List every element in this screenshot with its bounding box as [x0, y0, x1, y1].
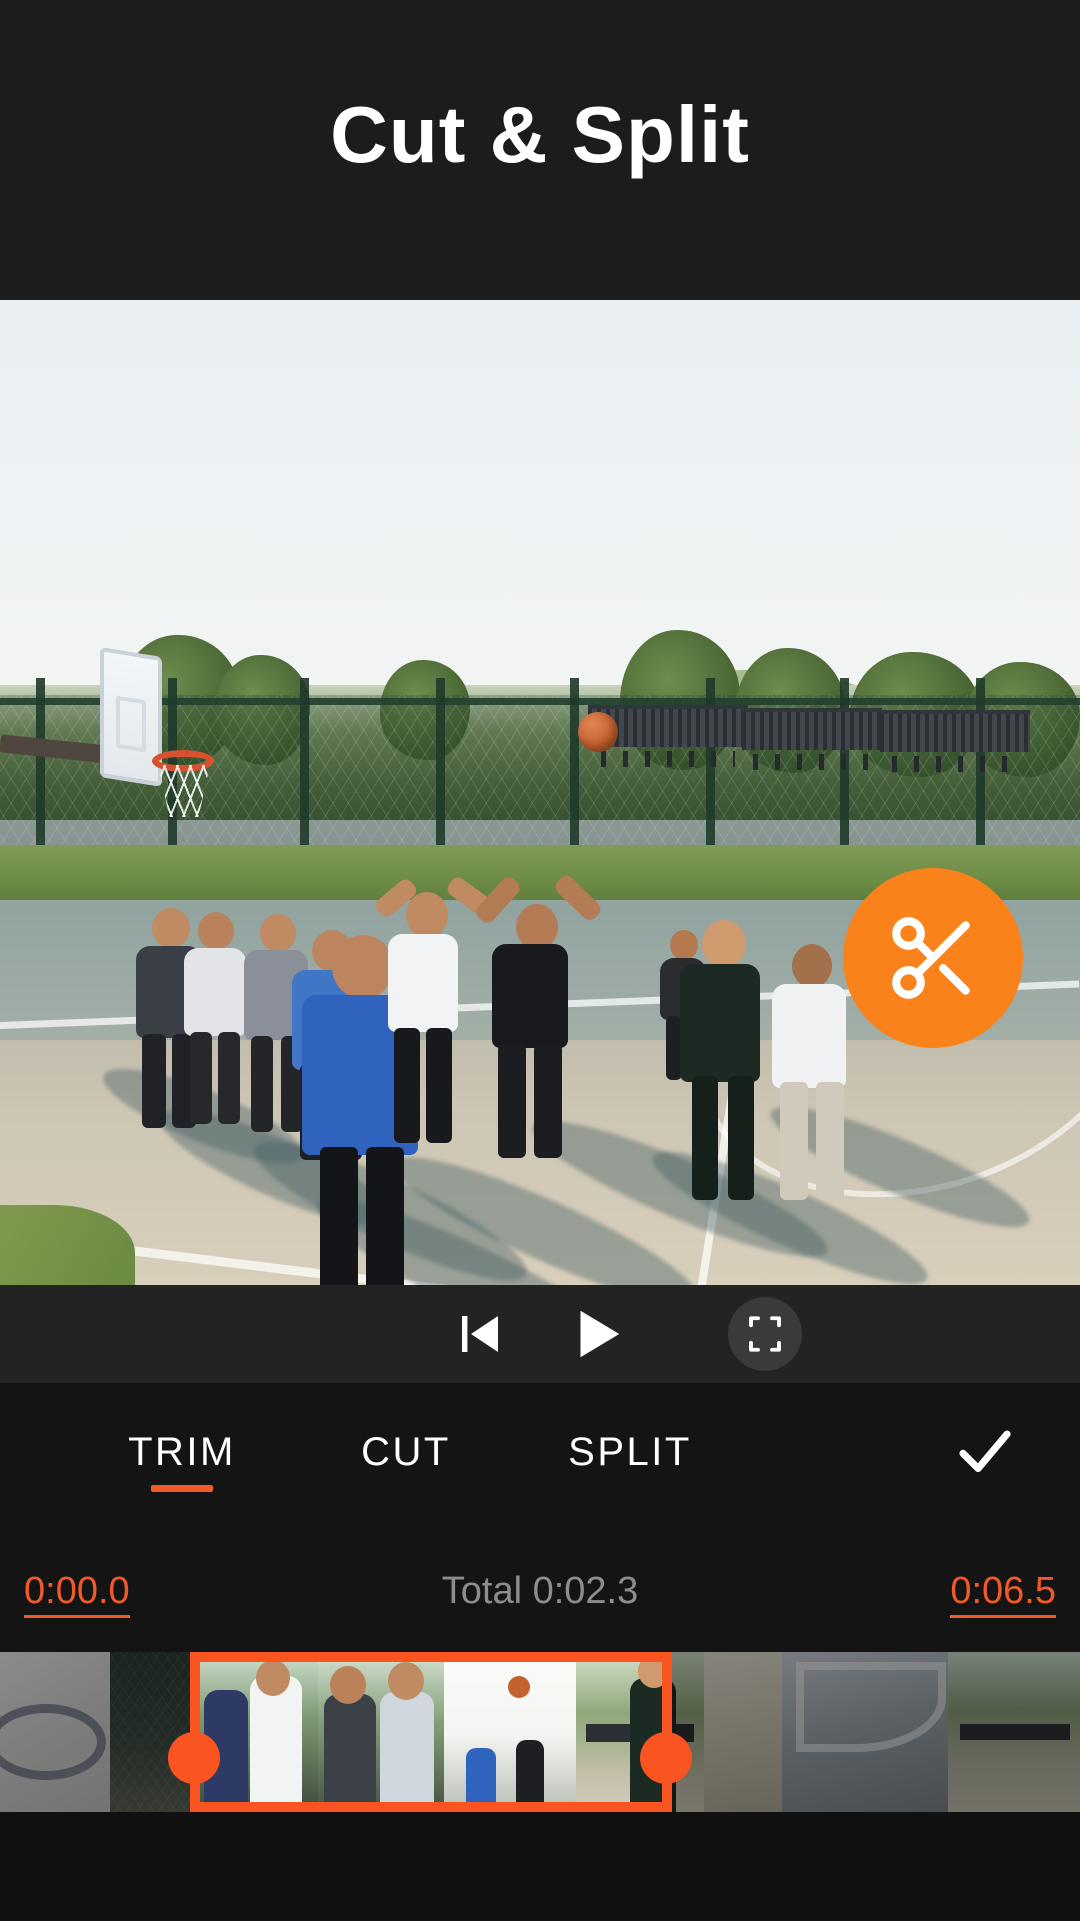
frame-detail: [516, 1740, 544, 1812]
frame-thumbnail: [444, 1652, 576, 1812]
frame-detail: [388, 1662, 424, 1700]
tabs-row: TRIM CUT SPLIT: [0, 1383, 1080, 1520]
tab-cut[interactable]: CUT: [296, 1383, 516, 1520]
fence-rail: [0, 698, 1080, 705]
fence-post: [300, 678, 309, 868]
skip-to-start-button[interactable]: [453, 1307, 507, 1361]
fence-post: [840, 678, 849, 868]
frame-detail: [256, 1660, 290, 1696]
filmstrip-frame[interactable]: [782, 1652, 948, 1812]
frame-thumbnail: [704, 1652, 782, 1812]
filmstrip-frame[interactable]: [192, 1652, 318, 1812]
frame-detail: [638, 1654, 670, 1688]
video-frame-image: [0, 300, 1080, 1285]
filmstrip-frame[interactable]: [444, 1652, 576, 1812]
frame-detail: [466, 1748, 496, 1812]
fence-post: [436, 678, 445, 868]
fit-to-screen-button[interactable]: [728, 1297, 802, 1371]
filmstrip-frame[interactable]: [110, 1652, 192, 1812]
fence-post: [976, 678, 985, 868]
filmstrip-frame[interactable]: [318, 1652, 444, 1812]
trim-total-duration: Total 0:02.3: [441, 1570, 639, 1612]
bottom-spacer: [0, 1812, 1080, 1921]
filmstrip-frame[interactable]: [704, 1652, 782, 1812]
frame-thumbnail: [110, 1652, 192, 1812]
frame-detail: [250, 1676, 302, 1812]
timeline-filmstrip[interactable]: [0, 1652, 1080, 1812]
apply-confirm-button[interactable]: [890, 1383, 1080, 1520]
screen-header: Cut & Split: [0, 0, 1080, 300]
filmstrip-frame[interactable]: [948, 1652, 1080, 1812]
tab-active-indicator: [151, 1485, 213, 1492]
park-bench: [742, 708, 882, 770]
playback-control-bar: [0, 1285, 1080, 1383]
fence-post: [570, 678, 579, 868]
tab-trim[interactable]: TRIM: [72, 1383, 292, 1520]
check-icon: [959, 1430, 1011, 1472]
tab-split-label: SPLIT: [568, 1429, 692, 1474]
player: [676, 920, 766, 1200]
page-title: Cut & Split: [330, 90, 750, 179]
edit-mode-tabbar: TRIM CUT SPLIT: [0, 1383, 1080, 1520]
filmstrip-frame[interactable]: [576, 1652, 704, 1812]
frame-detail: [330, 1666, 366, 1704]
backboard-inner-square: [116, 695, 146, 753]
trim-end-time[interactable]: 0:06.5: [950, 1572, 1056, 1618]
fullscreen-fit-icon: [749, 1316, 781, 1352]
tab-trim-label: TRIM: [128, 1429, 236, 1474]
frame-detail: [380, 1692, 434, 1812]
video-preview[interactable]: [0, 300, 1080, 1285]
trim-time-row: 0:00.0 Total 0:02.3 0:06.5: [0, 1520, 1080, 1660]
tab-cut-label: CUT: [361, 1429, 451, 1474]
player-shooting: [372, 874, 494, 1143]
basketball: [578, 712, 618, 752]
filmstrip-frame[interactable]: [0, 1652, 110, 1812]
filmstrip-frames: [0, 1652, 1080, 1812]
frame-detail: [324, 1694, 376, 1812]
frame-ball: [508, 1676, 530, 1698]
player: [766, 944, 856, 1200]
trim-start-handle[interactable]: [168, 1732, 220, 1784]
skip-previous-icon: [462, 1316, 498, 1352]
playback-buttons-group: [0, 1285, 1080, 1383]
frame-bench: [960, 1724, 1070, 1740]
trim-end-handle[interactable]: [640, 1732, 692, 1784]
tab-split[interactable]: SPLIT: [520, 1383, 740, 1520]
cut-fab-button[interactable]: [843, 868, 1023, 1048]
scissors-icon: [892, 917, 970, 999]
play-button[interactable]: [565, 1303, 627, 1365]
player-defending: [473, 872, 604, 1158]
fence-post: [36, 678, 45, 868]
play-icon: [580, 1310, 620, 1358]
app-root: Cut & Split TRIM CUT SPLIT 0:00.0 Total …: [0, 0, 1080, 1921]
park-bench: [880, 710, 1030, 772]
